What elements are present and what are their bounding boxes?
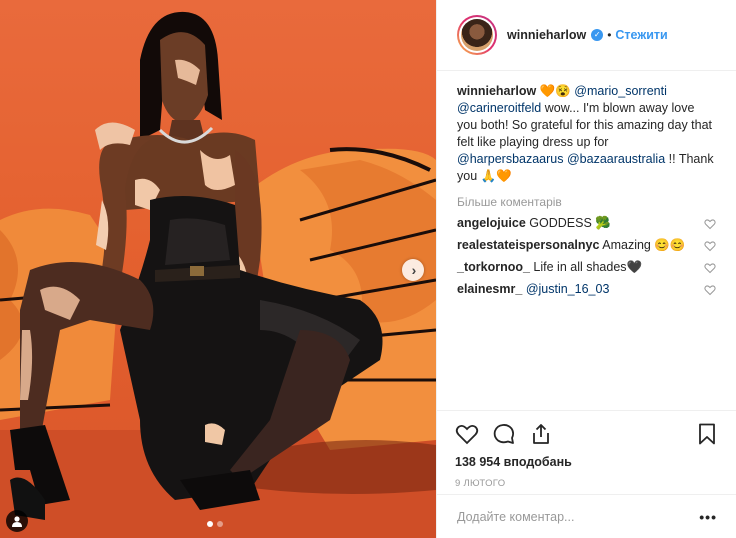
post-media[interactable]: › <box>0 0 436 538</box>
user-tag-icon <box>12 516 22 527</box>
follow-button[interactable]: Стежити <box>615 28 667 42</box>
author-username[interactable]: winnieharlow <box>507 28 586 42</box>
mention-link[interactable]: @harpersbazaarus <box>457 152 564 166</box>
heart-icon[interactable] <box>704 218 716 230</box>
heart-icon[interactable] <box>704 284 716 296</box>
header-separator: • <box>607 28 612 42</box>
comment-input[interactable] <box>457 509 700 524</box>
mention-link[interactable]: @bazaaraustralia <box>567 152 665 166</box>
carousel-indicators <box>207 521 223 527</box>
mention-link[interactable]: @justin_16_03 <box>526 282 610 296</box>
next-slide-button[interactable]: › <box>402 259 424 281</box>
comment-username[interactable]: angelojuice <box>457 216 526 230</box>
caption-username[interactable]: winnieharlow <box>457 84 536 98</box>
post-date[interactable]: 9 ЛЮТОГО <box>455 478 719 489</box>
instagram-post: › winnieharlow ✓ • Стежити winnieharlow … <box>0 0 736 538</box>
caption-emoji: 🧡😵 <box>539 84 571 98</box>
list-item: _torkornoo_ Life in all shades🖤 <box>457 260 716 275</box>
list-item: elainesmr_ @justin_16_03 <box>457 282 716 297</box>
post-caption: winnieharlow 🧡😵 @mario_sorrenti @cariner… <box>457 83 716 185</box>
comment-username[interactable]: realestateispersonalnyc <box>457 238 599 252</box>
comment-text: Amazing 😊😊 <box>602 238 686 252</box>
comments-section: winnieharlow 🧡😵 @mario_sorrenti @cariner… <box>437 71 736 297</box>
carousel-dot <box>217 521 223 527</box>
bookmark-icon[interactable] <box>695 422 719 446</box>
comment-username[interactable]: elainesmr_ <box>457 282 522 296</box>
mention-link[interactable]: @carineroitfeld <box>457 101 541 115</box>
likes-count[interactable]: 138 954 вподобань <box>455 455 719 469</box>
more-options-button[interactable]: ••• <box>699 509 717 525</box>
comment-text: Life in all shades🖤 <box>533 260 643 274</box>
carousel-dot <box>207 521 213 527</box>
post-photo <box>0 11 436 538</box>
chevron-right-icon: › <box>411 262 417 278</box>
list-item: realestateispersonalnyc Amazing 😊😊 <box>457 238 716 253</box>
load-more-comments-button[interactable]: Більше коментарів <box>457 195 716 209</box>
post-actions: 138 954 вподобань 9 ЛЮТОГО <box>437 410 736 489</box>
list-item: angelojuice GODDESS 🥦 <box>457 216 716 231</box>
comment-text: GODDESS 🥦 <box>529 216 611 230</box>
post-details-panel: winnieharlow ✓ • Стежити winnieharlow 🧡😵… <box>436 0 736 538</box>
mention-link[interactable]: @mario_sorrenti <box>574 84 667 98</box>
heart-icon[interactable] <box>704 240 716 252</box>
heart-icon[interactable] <box>704 262 716 274</box>
comment-icon[interactable] <box>492 422 516 446</box>
share-icon[interactable] <box>529 422 553 446</box>
user-tags-button[interactable] <box>6 510 28 532</box>
action-bar <box>455 411 719 455</box>
verified-icon: ✓ <box>591 29 604 41</box>
comment-username[interactable]: _torkornoo_ <box>457 260 530 274</box>
add-comment-bar: ••• <box>437 494 736 538</box>
post-header: winnieharlow ✓ • Стежити <box>437 0 736 71</box>
heart-icon[interactable] <box>455 422 479 446</box>
avatar[interactable] <box>457 15 497 55</box>
